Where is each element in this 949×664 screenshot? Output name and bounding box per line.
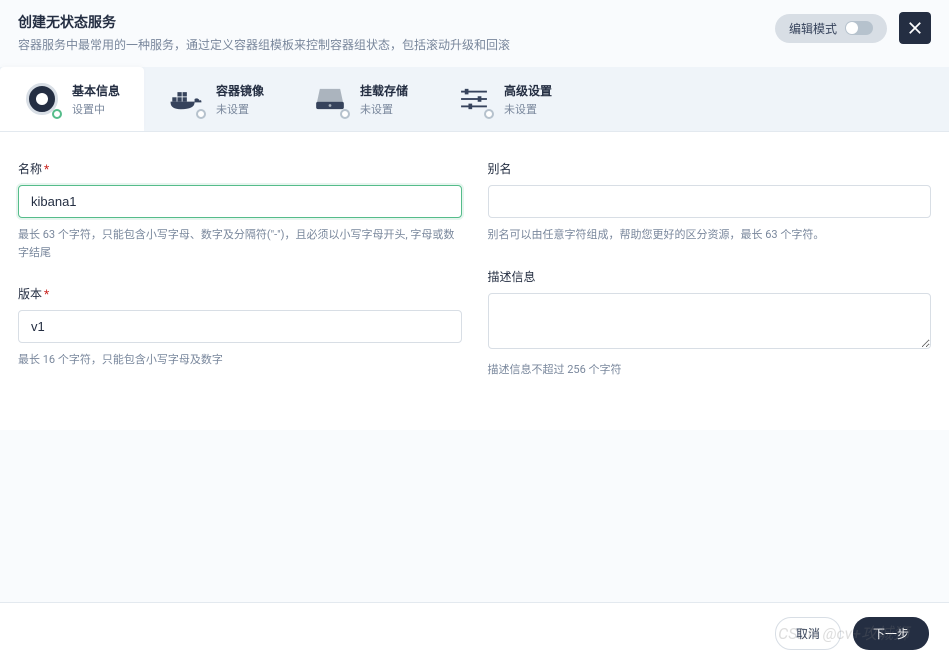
form-right-column: 别名 别名可以由任意字符组成，帮助您更好的区分资源，最长 63 个字符。 描述信… [488,160,932,402]
basic-info-icon [24,81,60,117]
alias-field-group: 别名 别名可以由任意字符组成，帮助您更好的区分资源，最长 63 个字符。 [488,160,932,244]
edit-mode-label: 编辑模式 [789,20,837,37]
alias-hint: 别名可以由任意字符组成，帮助您更好的区分资源，最长 63 个字符。 [488,226,932,244]
tab-basic-info[interactable]: 基本信息 设置中 [0,67,144,131]
description-label: 描述信息 [488,268,932,285]
version-label: 版本* [18,285,462,302]
tab-advanced-settings[interactable]: 高级设置 未设置 [432,67,576,131]
tab-title: 高级设置 [504,82,552,99]
close-button[interactable] [899,12,931,44]
storage-icon [312,81,348,117]
advanced-settings-icon [456,81,492,117]
description-hint: 描述信息不超过 256 个字符 [488,361,932,379]
version-input[interactable] [18,310,462,343]
version-hint: 最长 16 个字符，只能包含小写字母及数字 [18,351,462,369]
dialog-header: 创建无状态服务 容器服务中最常用的一种服务，通过定义容器组模板来控制容器组状态，… [0,0,949,67]
form-left-column: 名称* 最长 63 个字符，只能包含小写字母、数字及分隔符("-")，且必须以小… [18,160,462,402]
close-icon [908,21,922,35]
header-actions: 编辑模式 [775,12,931,44]
description-textarea[interactable] [488,293,932,349]
name-label: 名称* [18,160,462,177]
name-field-group: 名称* 最长 63 个字符，只能包含小写字母、数字及分隔符("-")，且必须以小… [18,160,462,261]
tab-title: 容器镜像 [216,82,264,99]
tab-subtitle: 未设置 [504,101,552,117]
dialog-footer: 取消 下一步 [0,602,949,664]
name-hint: 最长 63 个字符，只能包含小写字母、数字及分隔符("-")，且必须以小写字母开… [18,226,462,261]
toggle-switch-icon [845,21,873,35]
cancel-button[interactable]: 取消 [775,617,841,650]
alias-input[interactable] [488,185,932,218]
tab-container-image[interactable]: 容器镜像 未设置 [144,67,288,131]
form-container: 名称* 最长 63 个字符，只能包含小写字母、数字及分隔符("-")，且必须以小… [0,132,949,430]
alias-label: 别名 [488,160,932,177]
docker-icon [168,81,204,117]
tab-subtitle: 未设置 [360,101,408,117]
dialog-description: 容器服务中最常用的一种服务，通过定义容器组模板来控制容器组状态，包括滚动升级和回… [18,36,775,53]
next-button[interactable]: 下一步 [853,617,929,650]
step-tabs: 基本信息 设置中 容器镜像 未设置 挂载存储 未设置 高级设置 未设置 [0,67,949,132]
edit-mode-toggle[interactable]: 编辑模式 [775,14,887,43]
name-input[interactable] [18,185,462,218]
tab-subtitle: 设置中 [72,101,120,117]
tab-title: 基本信息 [72,82,120,99]
dialog-title: 创建无状态服务 [18,12,775,32]
tab-mount-storage[interactable]: 挂载存储 未设置 [288,67,432,131]
header-text: 创建无状态服务 容器服务中最常用的一种服务，通过定义容器组模板来控制容器组状态，… [18,12,775,53]
description-field-group: 描述信息 描述信息不超过 256 个字符 [488,268,932,379]
tab-subtitle: 未设置 [216,101,264,117]
tab-title: 挂载存储 [360,82,408,99]
version-field-group: 版本* 最长 16 个字符，只能包含小写字母及数字 [18,285,462,369]
